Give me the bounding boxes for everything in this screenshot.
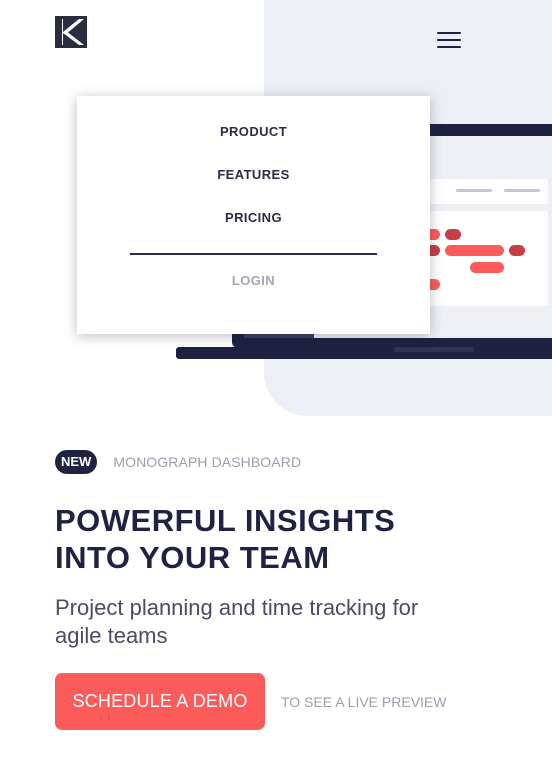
menu-item-features[interactable]: FEATURES	[77, 167, 430, 182]
hamburger-menu-icon[interactable]	[434, 28, 464, 52]
cta-note: TO SEE A LIVE PREVIEW	[281, 694, 447, 710]
hero-subtitle: Project planning and time tracking for a…	[55, 594, 495, 650]
subtitle-line-1: Project planning and time tracking for	[55, 595, 419, 620]
new-badge: NEW	[55, 450, 98, 474]
menu-item-pricing[interactable]: PRICING	[77, 210, 430, 225]
product-tag: MONOGRAPH DASHBOARD	[113, 454, 302, 470]
subtitle-line-2: agile teams	[55, 623, 168, 648]
headline-line-1: POWERFUL INSIGHTS	[55, 503, 396, 538]
menu-item-product[interactable]: PRODUCT	[77, 124, 430, 139]
product-tag-row: NEW MONOGRAPH DASHBOARD	[55, 450, 301, 474]
menu-item-login[interactable]: LOGIN	[77, 273, 430, 288]
hero-headline: POWERFUL INSIGHTS INTO YOUR TEAM	[55, 502, 515, 576]
brand-logo[interactable]	[55, 16, 87, 48]
headline-line-2: INTO YOUR TEAM	[55, 540, 330, 575]
menu-divider	[130, 253, 377, 255]
schedule-demo-button[interactable]: SCHEDULE A DEMO	[55, 673, 265, 730]
nav-dropdown-menu: PRODUCT FEATURES PRICING LOGIN	[77, 96, 430, 334]
brand-k-logo-icon	[55, 16, 87, 48]
